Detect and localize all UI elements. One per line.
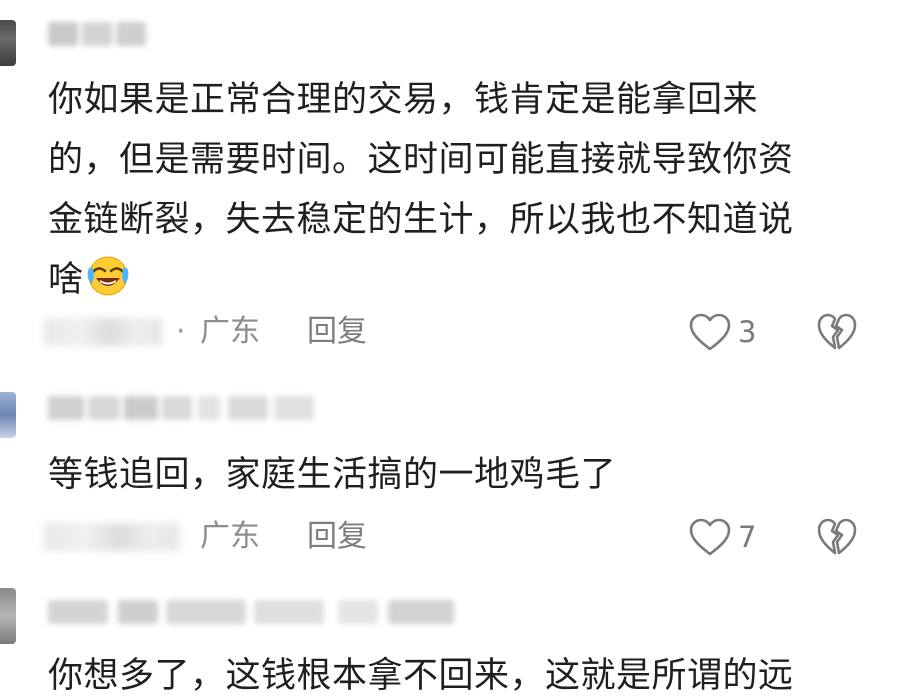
heart-outline-icon bbox=[689, 313, 731, 351]
comment-line: 啥 bbox=[48, 260, 84, 300]
comment-thread: 你如果是正常合理的交易，钱肯定是能拿回来 的，但是需要时间。这时间可能直接就导致… bbox=[0, 0, 904, 696]
username-blurred[interactable] bbox=[48, 600, 458, 624]
comment-meta: · 广东 回复 3 bbox=[0, 310, 904, 354]
comment-line: 你如果是正常合理的交易，钱肯定是能拿回来 bbox=[48, 80, 759, 120]
like-count: 3 bbox=[738, 315, 757, 349]
username-blurred[interactable] bbox=[48, 22, 148, 46]
heart-outline-icon bbox=[689, 518, 731, 556]
like-count: 7 bbox=[738, 520, 757, 554]
comment-item: 你如果是正常合理的交易，钱肯定是能拿回来 的，但是需要时间。这时间可能直接就导致… bbox=[0, 0, 904, 360]
username-blurred[interactable] bbox=[48, 396, 318, 420]
avatar[interactable] bbox=[0, 392, 16, 438]
author-name-blurred[interactable] bbox=[44, 523, 179, 551]
comment-line: 金链断裂，失去稳定的生计，所以我也不知道说 bbox=[48, 200, 794, 240]
comment-item: 等钱追回，家庭生活搞的一地鸡毛了 广东 回复 7 bbox=[0, 370, 904, 570]
comment-item: 你想多了，这钱根本拿不回来，这就是所谓的远 bbox=[0, 580, 904, 696]
comment-text: 等钱追回，家庭生活搞的一地鸡毛了 bbox=[48, 445, 858, 505]
reply-button[interactable]: 回复 bbox=[307, 310, 367, 354]
comment-text: 你想多了，这钱根本拿不回来，这就是所谓的远 bbox=[48, 646, 858, 696]
comment-meta: 广东 回复 7 bbox=[0, 515, 904, 559]
laugh-cry-emoji bbox=[86, 254, 130, 298]
avatar[interactable] bbox=[0, 588, 16, 644]
broken-heart-icon bbox=[817, 313, 857, 350]
comment-line: 的，但是需要时间。这时间可能直接就导致你资 bbox=[48, 140, 794, 180]
avatar[interactable] bbox=[0, 20, 16, 66]
region-label: 广东 bbox=[200, 519, 260, 554]
comment-line: 你想多了，这钱根本拿不回来，这就是所谓的远 bbox=[48, 656, 794, 696]
comment-line: 等钱追回，家庭生活搞的一地鸡毛了 bbox=[48, 455, 617, 495]
meta-separator: · bbox=[176, 314, 186, 349]
broken-heart-icon bbox=[817, 518, 857, 555]
author-name-blurred[interactable] bbox=[44, 318, 162, 346]
dislike-button[interactable] bbox=[816, 517, 858, 557]
comment-text: 你如果是正常合理的交易，钱肯定是能拿回来 的，但是需要时间。这时间可能直接就导致… bbox=[48, 70, 858, 310]
dislike-button[interactable] bbox=[816, 312, 858, 352]
reply-button[interactable]: 回复 bbox=[307, 515, 367, 559]
region-label: 广东 bbox=[200, 314, 260, 349]
